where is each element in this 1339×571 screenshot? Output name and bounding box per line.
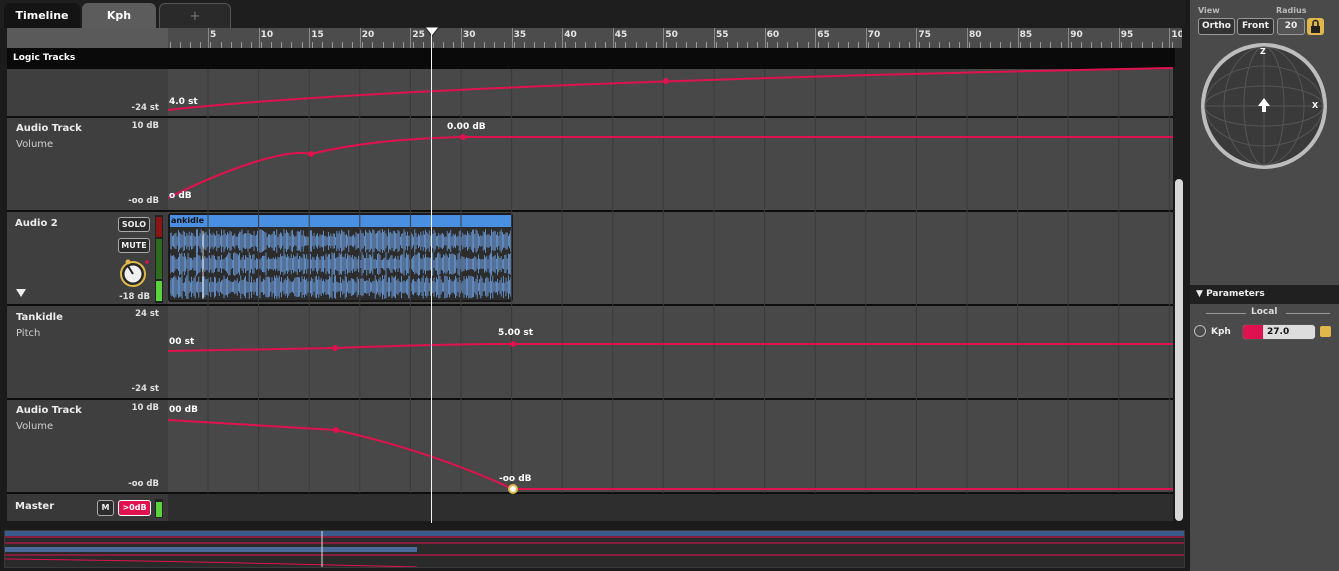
mute-button[interactable]: MUTE <box>118 238 150 253</box>
triangle-down-icon[interactable] <box>16 289 26 297</box>
keyframe-toggle[interactable] <box>1320 326 1331 337</box>
automation-point <box>663 78 669 84</box>
master-level-meter <box>155 499 163 518</box>
range-low-label: -oo dB <box>128 196 159 206</box>
automation-point <box>460 134 466 140</box>
gain-label: -18 dB <box>119 292 150 302</box>
automation-curve <box>168 343 1173 352</box>
tab-timeline[interactable]: Timeline <box>4 3 80 28</box>
automation-point <box>308 151 314 157</box>
range-high-label: 10 dB <box>131 403 159 413</box>
master-track-header[interactable]: Master M >0dB <box>7 494 168 521</box>
vertical-scrollbar[interactable] <box>1175 179 1183 521</box>
param-link-icon[interactable] <box>1194 325 1206 337</box>
overview-minimap <box>4 531 1184 568</box>
slider-fill <box>1243 325 1263 339</box>
master-gain-field[interactable]: >0dB <box>118 500 151 516</box>
param-name: Kph <box>1211 327 1231 337</box>
ortho-button[interactable]: Ortho <box>1198 18 1235 35</box>
automation-overlay <box>168 67 1174 494</box>
automation-point <box>333 427 339 433</box>
knob-icon[interactable] <box>117 258 149 290</box>
tab-kph[interactable]: Kph <box>82 3 156 28</box>
playhead-line[interactable] <box>431 28 432 523</box>
automation-point-selected <box>508 484 518 494</box>
spatial-view-globe[interactable] <box>1198 40 1330 172</box>
automation-value-label: 00 st <box>169 337 195 347</box>
automation-point <box>510 341 516 347</box>
tab-bar: Timeline Kph + <box>0 0 1185 28</box>
kph-value-slider[interactable]: 27.0 <box>1242 324 1316 340</box>
kph-value: 27.0 <box>1267 327 1290 337</box>
automation-curve <box>168 419 1173 490</box>
master-mute-button[interactable]: M <box>97 500 114 516</box>
range-high-label: 10 dB <box>131 121 159 131</box>
lock-icon[interactable] <box>1307 18 1324 35</box>
track-header[interactable]: Tankidle Pitch 24 st -24 st <box>7 306 168 398</box>
track-name: Audio Track <box>16 405 82 416</box>
add-tab-button[interactable]: + <box>159 3 231 28</box>
axis-x-label: X <box>1312 101 1319 110</box>
automation-value-label: -oo dB <box>499 474 532 484</box>
range-low-label: -oo dB <box>128 479 159 489</box>
automation-curve <box>168 67 1174 111</box>
view-label: View <box>1198 6 1220 15</box>
range-low-label: -24 st <box>131 384 159 394</box>
range-high-label: 24 st <box>135 309 159 319</box>
timeline-overview-scroller[interactable] <box>4 530 1185 568</box>
automation-value-label: 5.00 st <box>498 328 533 338</box>
level-meter <box>155 215 163 303</box>
front-button[interactable]: Front <box>1237 18 1274 35</box>
range-low-label: -24 st <box>131 103 159 113</box>
track-header[interactable]: Audio 2 SOLO MUTE -18 dB <box>7 212 168 304</box>
local-label: Local <box>1251 307 1278 317</box>
radius-input[interactable]: 20 <box>1277 18 1305 35</box>
automation-value-label: 4.0 st <box>169 97 198 107</box>
automation-curve <box>168 136 1173 199</box>
track-header[interactable]: Audio Track Volume 10 dB -oo dB <box>7 118 168 210</box>
track-parameter: Volume <box>16 421 54 432</box>
automation-value-label: 0.00 dB <box>447 122 486 132</box>
track-name: Audio 2 <box>15 218 58 229</box>
automation-value-label: o dB <box>169 191 192 201</box>
track-name: Master <box>15 501 55 512</box>
triangle-down-icon: ▼ <box>1196 289 1207 299</box>
solo-button[interactable]: SOLO <box>118 217 150 232</box>
track-header[interactable]: Audio Track Volume 10 dB -oo dB <box>7 400 168 492</box>
track-name: Audio Track <box>16 123 82 134</box>
track-parameter: Pitch <box>16 328 41 339</box>
track-header-corner <box>7 28 168 48</box>
radius-label: Radius <box>1276 6 1307 15</box>
automation-value-label: 00 dB <box>169 405 198 415</box>
automation-point <box>332 345 338 351</box>
track-parameter: Volume <box>16 139 54 150</box>
axis-z-label: Z <box>1260 47 1266 56</box>
parameters-title: Parameters <box>1206 289 1265 299</box>
local-section-label: Local <box>1206 307 1330 319</box>
track-name: Tankidle <box>16 312 63 323</box>
track-header[interactable]: -24 st <box>7 69 168 116</box>
parameters-header[interactable]: ▼ Parameters <box>1190 285 1339 304</box>
